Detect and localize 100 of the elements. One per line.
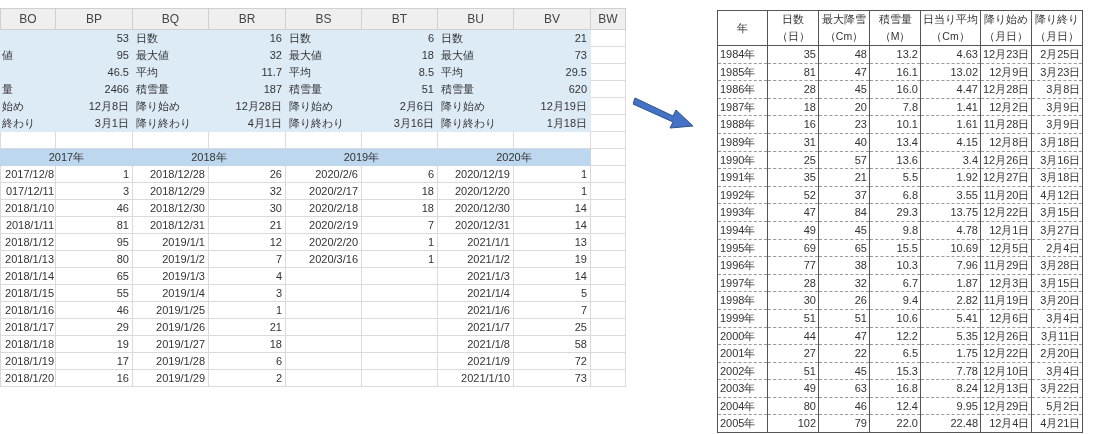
table-cell: 1999年 bbox=[717, 309, 768, 327]
table-cell: 2018/12/29 bbox=[132, 182, 209, 200]
table-cell: 7.8 bbox=[869, 98, 921, 116]
table-cell: 2 bbox=[208, 369, 286, 387]
table-cell: 84 bbox=[818, 203, 870, 222]
column-header[interactable]: BQ bbox=[132, 8, 209, 30]
table-cell: 12月27日 bbox=[980, 168, 1032, 187]
table-cell: 2018/1/16 bbox=[0, 301, 56, 319]
table-header: （Cm） bbox=[818, 28, 870, 46]
table-cell: 10.1 bbox=[869, 115, 921, 134]
table-cell: 3月18日 bbox=[1032, 168, 1083, 187]
table-cell: 3月27日 bbox=[1032, 221, 1083, 240]
table-cell: 4.15 bbox=[920, 133, 981, 152]
table-cell: 2002年 bbox=[717, 362, 768, 380]
table-cell: 4.78 bbox=[920, 221, 981, 240]
table-cell: 3月4日 bbox=[1032, 309, 1083, 327]
table-cell: 23 bbox=[818, 115, 870, 134]
table-header: （M） bbox=[869, 28, 921, 46]
table-cell: 1993年 bbox=[717, 203, 768, 222]
table-cell: 2.82 bbox=[920, 291, 981, 310]
table-cell: 3月4日 bbox=[1032, 362, 1083, 380]
table-cell: 1 bbox=[513, 182, 591, 200]
table-cell: 9.8 bbox=[869, 221, 921, 240]
table-cell: 2019/1/26 bbox=[132, 318, 209, 336]
table-cell: 1.61 bbox=[920, 115, 981, 134]
table-cell: 12月28日 bbox=[980, 80, 1032, 99]
table-cell: 11月20日 bbox=[980, 186, 1032, 204]
column-header[interactable]: BR bbox=[208, 8, 286, 30]
table-cell: 12月26日 bbox=[980, 151, 1032, 169]
table-cell: 11月28日 bbox=[980, 115, 1032, 134]
table-cell: 1994年 bbox=[717, 221, 768, 240]
table-cell: 2018/12/28 bbox=[132, 165, 209, 183]
table-cell: 2021/1/7 bbox=[437, 318, 514, 336]
table-cell: 5.35 bbox=[920, 327, 981, 345]
table-cell: 1988年 bbox=[717, 115, 768, 134]
table-cell: 80 bbox=[767, 397, 819, 415]
table-cell: 3月20日 bbox=[1032, 291, 1083, 310]
table-cell: 12月1日 bbox=[980, 221, 1032, 240]
table-cell: 2020/3/16 bbox=[285, 250, 362, 268]
column-header[interactable]: BW bbox=[590, 8, 626, 30]
table-cell: 19 bbox=[513, 250, 591, 268]
table-cell: 1.92 bbox=[920, 168, 981, 187]
table-cell: 4.63 bbox=[920, 45, 981, 64]
table-cell: 2005年 bbox=[717, 414, 768, 433]
table-cell: 22 bbox=[818, 344, 870, 363]
table-cell: 2020/2/6 bbox=[285, 165, 362, 183]
table-cell: 51 bbox=[818, 309, 870, 327]
table-cell: 2018/1/19 bbox=[0, 352, 56, 370]
table-cell: 51 bbox=[767, 309, 819, 327]
table-cell: 12月22日 bbox=[980, 203, 1032, 222]
table-cell: 46 bbox=[818, 397, 870, 415]
table-header: 積雪量 bbox=[869, 10, 921, 28]
table-cell: 3月8日 bbox=[1032, 80, 1083, 99]
table-cell: 2月25日 bbox=[1032, 45, 1083, 64]
table-cell: 12月10日 bbox=[980, 362, 1032, 380]
column-header[interactable]: BT bbox=[361, 8, 438, 30]
table-cell: 2019/1/3 bbox=[132, 267, 209, 285]
table-cell: 2019/1/28 bbox=[132, 352, 209, 370]
table-cell: 6.7 bbox=[869, 274, 921, 292]
table-cell: 1 bbox=[55, 165, 133, 183]
table-cell: 47 bbox=[767, 203, 819, 222]
table-cell: 4 bbox=[208, 267, 286, 285]
table-cell: 2019/1/27 bbox=[132, 335, 209, 353]
table-cell: 2000年 bbox=[717, 327, 768, 345]
table-cell: 1989年 bbox=[717, 133, 768, 152]
table-cell: 14 bbox=[513, 216, 591, 234]
table-cell: 3月28日 bbox=[1032, 256, 1083, 275]
table-cell: 2018/1/20 bbox=[0, 369, 56, 387]
column-header[interactable]: BS bbox=[285, 8, 362, 30]
table-cell: 21 bbox=[208, 318, 286, 336]
table-cell: 2020/12/19 bbox=[437, 165, 514, 183]
table-cell: 2004年 bbox=[717, 397, 768, 415]
table-cell: 7 bbox=[361, 216, 438, 234]
table-cell: 65 bbox=[818, 239, 870, 257]
table-cell: 18 bbox=[767, 98, 819, 116]
table-cell: 45 bbox=[818, 362, 870, 380]
table-cell: 1991年 bbox=[717, 168, 768, 187]
table-cell: 47 bbox=[818, 63, 870, 81]
column-header[interactable]: BO bbox=[0, 8, 56, 30]
table-cell: 2018/1/12 bbox=[0, 233, 56, 251]
table-cell: 29 bbox=[55, 318, 133, 336]
table-cell: 31 bbox=[767, 133, 819, 152]
table-cell: 37 bbox=[818, 186, 870, 204]
table-cell: 3月11日 bbox=[1032, 327, 1083, 345]
table-cell: 35 bbox=[767, 168, 819, 187]
table-cell: 16 bbox=[55, 369, 133, 387]
table-header: 降り始め bbox=[980, 10, 1032, 28]
table-cell: 21 bbox=[818, 168, 870, 187]
table-cell: 12月13日 bbox=[980, 379, 1032, 398]
table-cell: 017/12/11 bbox=[0, 182, 56, 200]
table-cell: 2月20日 bbox=[1032, 344, 1083, 363]
column-header[interactable]: BV bbox=[513, 8, 591, 30]
table-cell: 5月2日 bbox=[1032, 397, 1083, 415]
column-header[interactable]: BU bbox=[437, 8, 514, 30]
table-cell: 12月26日 bbox=[980, 327, 1032, 345]
table-cell: 63 bbox=[818, 379, 870, 398]
table-cell: 1.75 bbox=[920, 344, 981, 363]
table-cell: 2001年 bbox=[717, 344, 768, 363]
column-header[interactable]: BP bbox=[55, 8, 133, 30]
table-cell: 2021/1/10 bbox=[437, 369, 514, 387]
